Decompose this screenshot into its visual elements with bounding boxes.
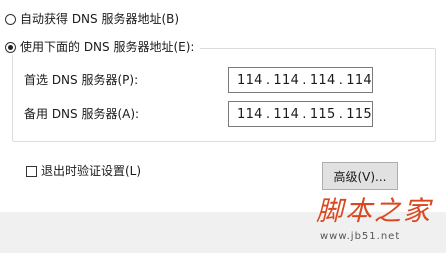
site-watermark: 脚本之家 www.jb51.net: [316, 196, 444, 248]
manual-dns-radio[interactable]: [5, 41, 16, 53]
watermark-title: 脚本之家: [316, 196, 432, 227]
validate-on-exit-checkbox[interactable]: [26, 165, 37, 177]
preferred-dns-octet-3: 114: [309, 72, 336, 88]
validate-on-exit-label: 退出时验证设置(L): [41, 164, 142, 178]
validate-on-exit-option[interactable]: 退出时验证设置(L): [26, 163, 141, 179]
preferred-dns-label: 首选 DNS 服务器(P):: [24, 73, 139, 87]
advanced-button[interactable]: 高级(V)...: [322, 162, 398, 190]
preferred-dns-octet-4: 114: [346, 72, 372, 88]
preferred-dns-octet-2: 114: [273, 72, 300, 88]
alternate-dns-input[interactable]: 114 . 114 . 115 . 115: [228, 101, 373, 127]
auto-dns-radio[interactable]: [5, 13, 16, 25]
alternate-dns-octet-3: 115: [309, 106, 336, 122]
alternate-dns-octet-4: 115: [346, 106, 372, 122]
alternate-dns-label: 备用 DNS 服务器(A):: [24, 107, 140, 121]
preferred-dns-octet-1: 114: [237, 72, 263, 88]
alternate-dns-octet-2: 114: [273, 106, 300, 122]
dns-settings-panel: 自动获得 DNS 服务器地址(B) 使用下面的 DNS 服务器地址(E): 首选…: [0, 0, 446, 212]
alternate-dns-octet-1: 114: [237, 106, 263, 122]
watermark-url: www.jb51.net: [320, 231, 401, 242]
auto-dns-label: 自动获得 DNS 服务器地址(B): [20, 12, 180, 26]
preferred-dns-input[interactable]: 114 . 114 . 114 . 114: [228, 67, 373, 93]
manual-dns-label: 使用下面的 DNS 服务器地址(E):: [20, 40, 195, 54]
auto-dns-option[interactable]: 自动获得 DNS 服务器地址(B): [5, 11, 179, 27]
manual-dns-option[interactable]: 使用下面的 DNS 服务器地址(E):: [5, 39, 201, 55]
manual-dns-groupbox: [12, 48, 436, 142]
